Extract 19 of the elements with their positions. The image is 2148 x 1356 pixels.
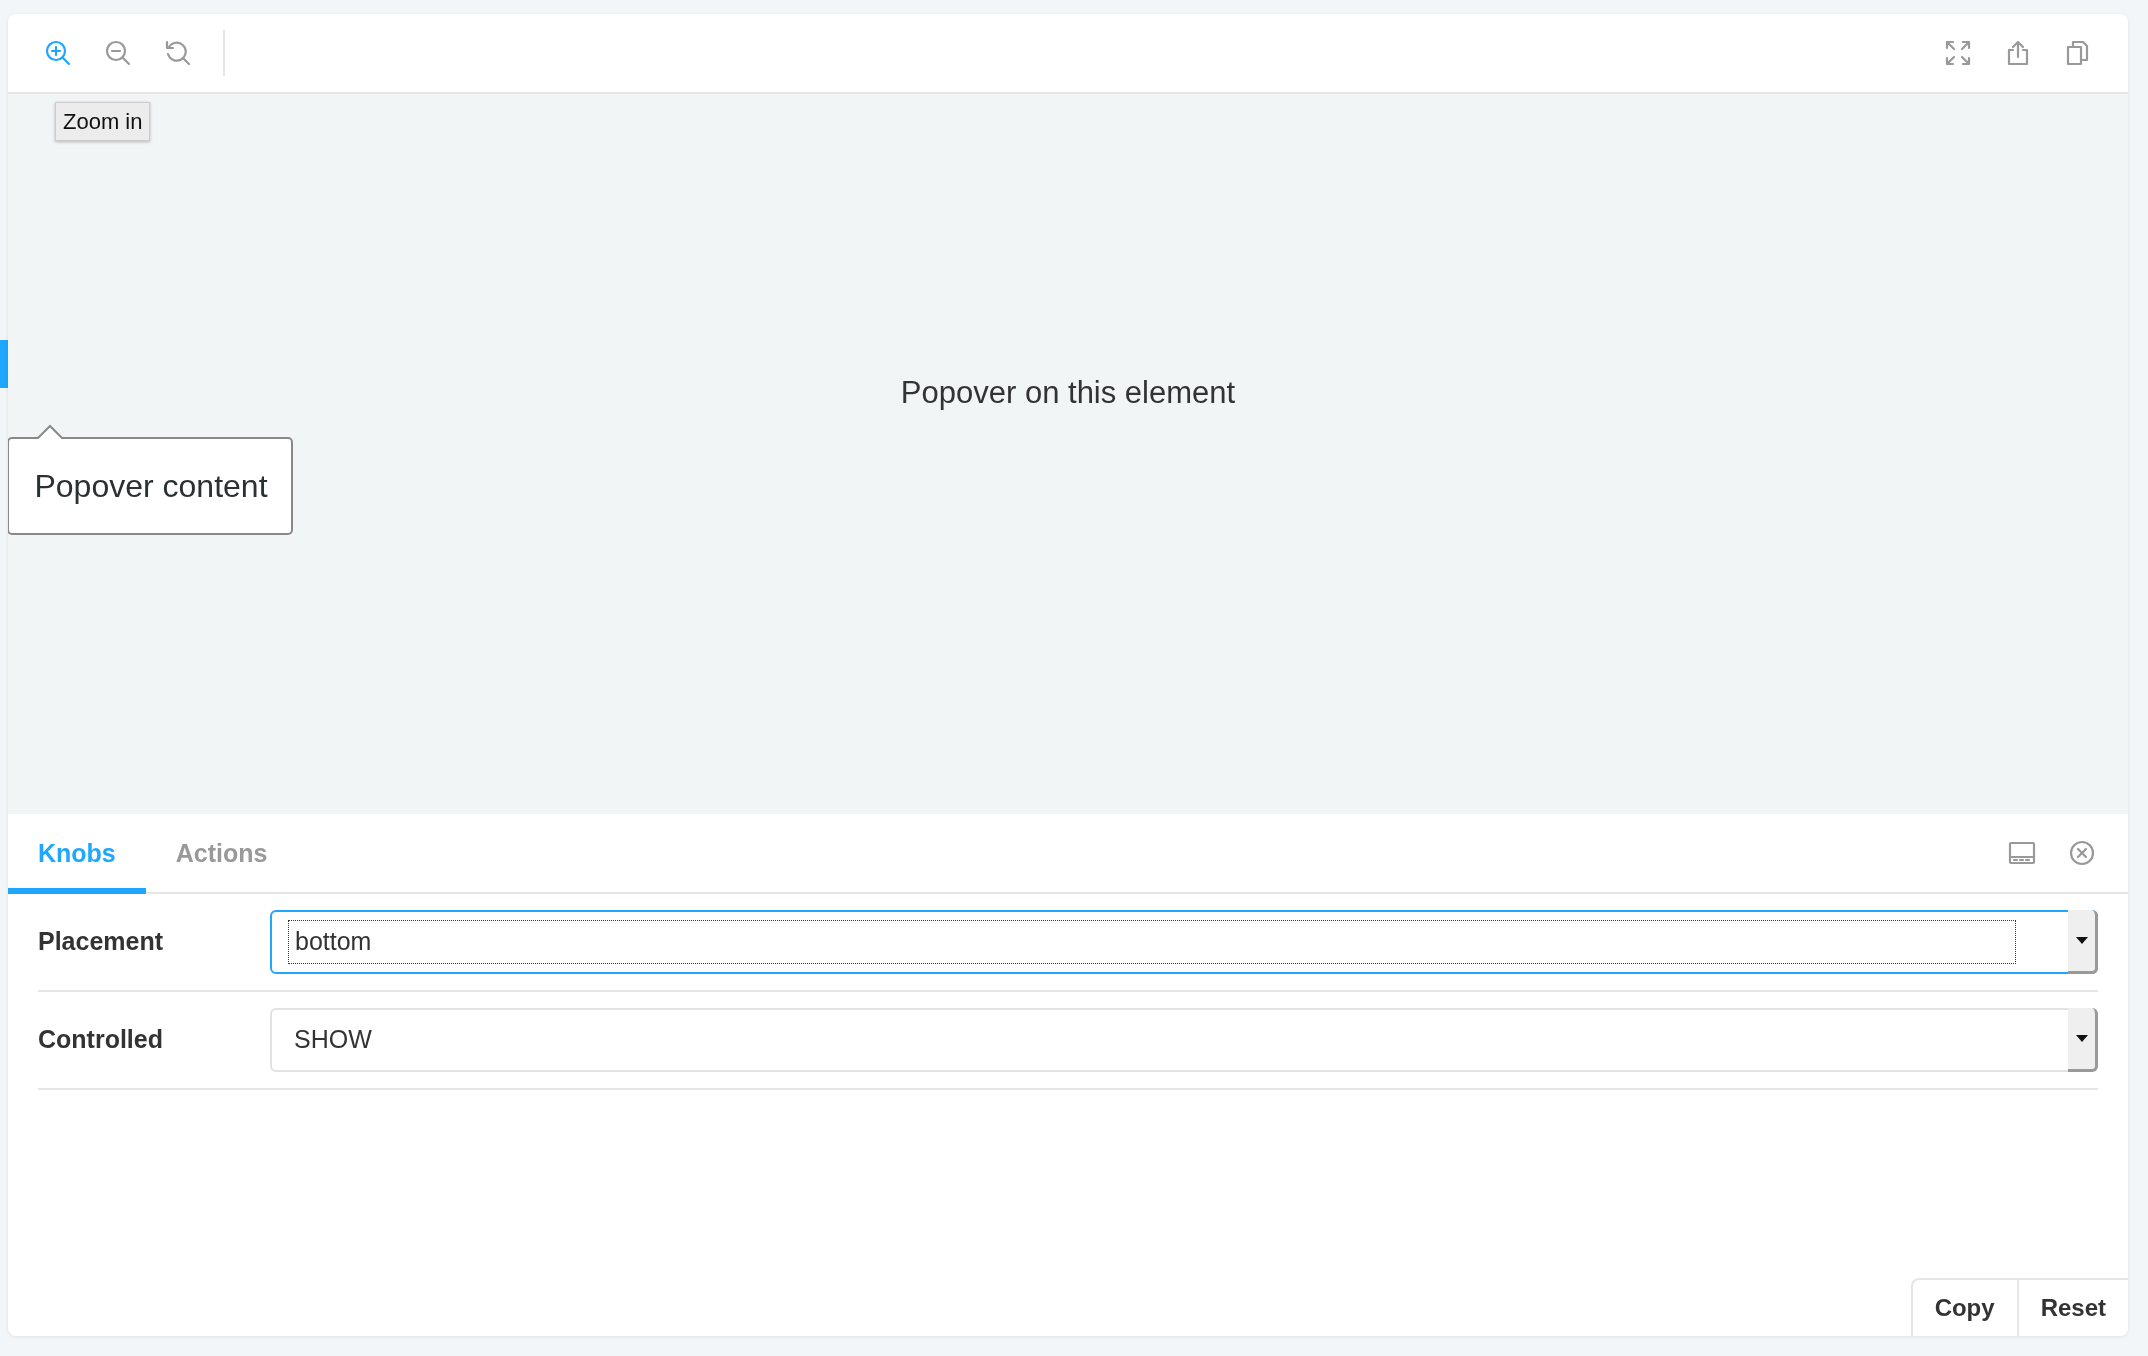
action-button[interactable]: Copy <box>1910 1278 2017 1336</box>
caret-icon <box>2075 1034 2088 1043</box>
select-field[interactable]: bottom <box>270 910 2098 974</box>
zoom-in-icon[interactable] <box>43 38 73 68</box>
close-icon[interactable] <box>2067 838 2097 868</box>
knob-label: Controlled <box>38 1024 164 1056</box>
selection-marker <box>0 340 8 388</box>
dropdown-button[interactable] <box>2068 910 2098 974</box>
select-field[interactable]: SHOW <box>270 1008 2098 1072</box>
reset-icon[interactable] <box>163 38 193 68</box>
popover: Popover content <box>8 424 294 536</box>
caret-icon <box>2075 936 2088 945</box>
dropdown-button[interactable] <box>2068 1008 2098 1072</box>
preview-text: Popover on this element <box>900 375 1236 410</box>
action-button[interactable]: Reset <box>2016 1278 2128 1336</box>
expand-icon[interactable] <box>1943 38 1973 68</box>
tooltip: Zoom in <box>55 102 151 141</box>
knob-label: Placement <box>38 926 165 958</box>
zoom-out-icon[interactable] <box>103 38 133 68</box>
